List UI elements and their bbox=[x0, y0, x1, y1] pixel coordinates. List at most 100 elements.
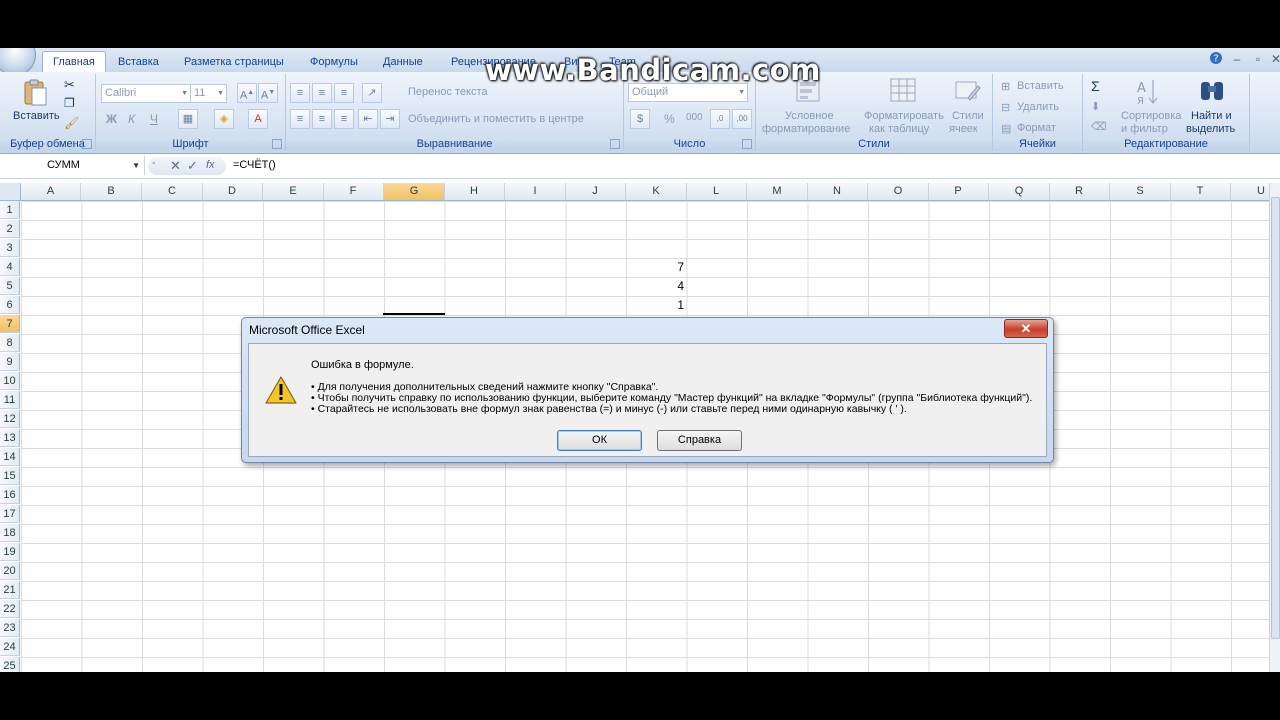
column-header[interactable]: U bbox=[1231, 183, 1270, 200]
row-header[interactable]: 23 bbox=[0, 619, 20, 637]
row-header[interactable]: 17 bbox=[0, 505, 20, 523]
format-cells-button[interactable]: Формат bbox=[1017, 122, 1056, 134]
vertical-scrollbar[interactable] bbox=[1269, 183, 1280, 672]
grow-font-icon[interactable]: A▲ bbox=[237, 83, 257, 103]
row-header[interactable]: 1 bbox=[0, 201, 20, 219]
italic-button[interactable]: К bbox=[128, 112, 135, 126]
help-icon[interactable]: ? bbox=[1207, 51, 1225, 67]
row-header[interactable]: 6 bbox=[0, 296, 20, 314]
row-header[interactable]: 22 bbox=[0, 600, 20, 618]
delete-cells-button[interactable]: Удалить bbox=[1017, 101, 1059, 113]
decrease-decimal-icon[interactable]: ,00 bbox=[732, 109, 752, 129]
restore-icon[interactable]: ▫ bbox=[1249, 51, 1267, 67]
cell-styles-label-1[interactable]: Стили bbox=[952, 110, 984, 122]
tab-page-layout[interactable]: Разметка страницы bbox=[182, 53, 286, 72]
format-cells-icon[interactable]: ▤ bbox=[1001, 122, 1011, 135]
sort-filter-label-2[interactable]: и фильтр bbox=[1121, 123, 1168, 135]
column-header[interactable]: Q bbox=[989, 183, 1050, 200]
tab-data[interactable]: Данные bbox=[381, 53, 425, 72]
column-header[interactable]: S bbox=[1110, 183, 1171, 200]
row-header[interactable]: 25 bbox=[0, 657, 20, 672]
tab-formulas[interactable]: Формулы bbox=[308, 53, 360, 72]
borders-icon[interactable]: ▦ bbox=[178, 109, 198, 129]
row-header[interactable]: 15 bbox=[0, 467, 20, 485]
column-header[interactable]: L bbox=[686, 183, 747, 200]
row-header[interactable]: 21 bbox=[0, 581, 20, 599]
select-all-corner[interactable] bbox=[0, 183, 21, 200]
tab-home[interactable]: Главная bbox=[42, 51, 106, 73]
ok-button[interactable]: ОК bbox=[557, 430, 642, 451]
align-right-icon[interactable]: ≡ bbox=[334, 109, 354, 129]
tab-insert[interactable]: Вставка bbox=[116, 53, 161, 72]
align-left-icon[interactable]: ≡ bbox=[290, 109, 310, 129]
conditional-formatting-label-2[interactable]: форматирование bbox=[762, 123, 850, 135]
format-as-table-label-2[interactable]: как таблицу bbox=[869, 123, 929, 135]
column-header[interactable]: N bbox=[807, 183, 868, 200]
column-header-selected[interactable]: G bbox=[384, 183, 445, 200]
row-header[interactable]: 16 bbox=[0, 486, 20, 504]
dialog-close-button[interactable]: ✕ bbox=[1004, 319, 1048, 338]
align-middle-icon[interactable]: ≡ bbox=[312, 83, 332, 103]
minimize-icon[interactable]: – bbox=[1228, 51, 1246, 67]
row-header[interactable]: 9 bbox=[0, 353, 20, 371]
copy-icon[interactable]: ❐ bbox=[64, 96, 75, 110]
column-header[interactable]: D bbox=[202, 183, 263, 200]
row-header[interactable]: 3 bbox=[0, 239, 20, 257]
conditional-formatting-label-1[interactable]: Условное bbox=[785, 110, 834, 122]
enter-icon[interactable]: ✓ bbox=[187, 158, 198, 174]
column-header[interactable]: J bbox=[565, 183, 626, 200]
font-size-combo[interactable]: 11 ▼ bbox=[190, 84, 227, 103]
row-header[interactable]: 24 bbox=[0, 638, 20, 656]
orientation-icon[interactable]: ↗ bbox=[362, 83, 382, 103]
find-select-label-2[interactable]: выделить bbox=[1186, 123, 1235, 135]
cell-k5[interactable]: 4 bbox=[626, 277, 684, 296]
name-box[interactable]: СУММ ▼ bbox=[0, 156, 145, 175]
delete-cells-icon[interactable]: ⊟ bbox=[1001, 101, 1010, 114]
bold-button[interactable]: Ж bbox=[106, 112, 117, 126]
currency-icon[interactable]: $ bbox=[630, 109, 650, 129]
insert-cells-button[interactable]: Вставить bbox=[1017, 80, 1064, 92]
paste-button[interactable]: Вставить bbox=[13, 110, 60, 122]
column-header[interactable]: R bbox=[1049, 183, 1110, 200]
font-color-icon[interactable]: A bbox=[248, 109, 268, 129]
row-header[interactable]: 13 bbox=[0, 429, 20, 447]
scrollbar-thumb[interactable] bbox=[1271, 197, 1280, 639]
clipboard-expand-icon[interactable] bbox=[82, 139, 92, 149]
clear-icon[interactable]: ⌫ bbox=[1091, 120, 1107, 133]
column-header[interactable]: K bbox=[626, 183, 687, 200]
paste-icon[interactable] bbox=[20, 78, 50, 108]
column-header[interactable]: F bbox=[323, 183, 384, 200]
insert-function-icon[interactable]: fx bbox=[206, 159, 215, 171]
formula-input[interactable]: =СЧЁТ() bbox=[233, 156, 276, 175]
row-header[interactable]: 19 bbox=[0, 543, 20, 561]
alignment-expand-icon[interactable] bbox=[610, 139, 620, 149]
align-center-icon[interactable]: ≡ bbox=[312, 109, 332, 129]
column-header[interactable]: A bbox=[21, 183, 81, 200]
row-header[interactable]: 2 bbox=[0, 220, 20, 238]
row-header[interactable]: 4 bbox=[0, 258, 20, 276]
increase-decimal-icon[interactable]: ,0 bbox=[710, 109, 730, 129]
column-header[interactable]: M bbox=[747, 183, 808, 200]
row-header[interactable]: 5 bbox=[0, 277, 20, 295]
row-header[interactable]: 14 bbox=[0, 448, 20, 466]
format-as-table-label-1[interactable]: Форматировать bbox=[864, 110, 944, 122]
percent-button[interactable]: % bbox=[664, 112, 675, 126]
row-header[interactable]: 8 bbox=[0, 334, 20, 352]
font-name-combo[interactable]: Calibri ▼ bbox=[101, 84, 191, 103]
comma-style-button[interactable]: 000 bbox=[686, 112, 703, 123]
sort-filter-label-1[interactable]: Сортировка bbox=[1121, 110, 1181, 122]
column-header[interactable]: C bbox=[142, 183, 203, 200]
row-header[interactable]: 12 bbox=[0, 410, 20, 428]
underline-button[interactable]: Ч bbox=[150, 112, 158, 126]
font-expand-icon[interactable] bbox=[272, 139, 282, 149]
wrap-text-button[interactable]: Перенос текста bbox=[408, 86, 488, 98]
align-top-icon[interactable]: ≡ bbox=[290, 83, 310, 103]
align-bottom-icon[interactable]: ≡ bbox=[334, 83, 354, 103]
column-header[interactable]: O bbox=[868, 183, 929, 200]
cell-k6[interactable]: 1 bbox=[626, 296, 684, 315]
column-header[interactable]: B bbox=[81, 183, 142, 200]
column-header[interactable]: E bbox=[263, 183, 324, 200]
row-header[interactable]: 18 bbox=[0, 524, 20, 542]
decrease-indent-icon[interactable]: ⇤ bbox=[358, 109, 378, 129]
merge-center-button[interactable]: Объединить и поместить в центре bbox=[408, 113, 584, 125]
